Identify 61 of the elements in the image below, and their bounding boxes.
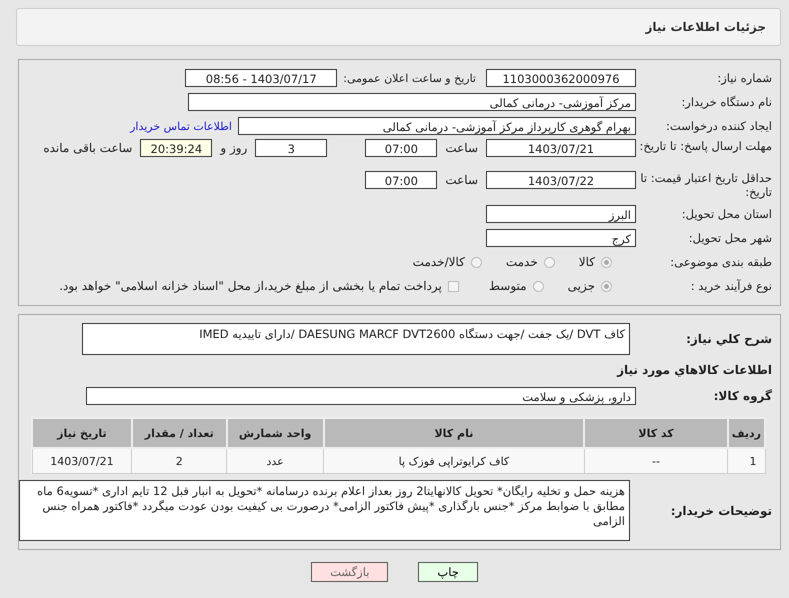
column-header: نام کالا <box>324 418 584 448</box>
field-label: روز و <box>220 140 248 157</box>
field-label: ساعت <box>445 172 478 189</box>
back-button[interactable]: بازگشت <box>311 562 388 582</box>
field-label: طبقه بندی موضوعی: <box>669 255 773 269</box>
field-label: تاریخ و ساعت اعلان عمومی: <box>343 72 476 84</box>
print-button[interactable]: چاپ <box>418 562 478 582</box>
field-label: شهر محل تحویل: <box>688 231 773 245</box>
days-field[interactable]: 3 <box>255 139 328 157</box>
field-label: استان محل تحویل: <box>680 207 773 221</box>
requester-field[interactable]: بهرام گوهری کارپرداز مرکز آموزشی- درمانی کمالی <box>238 117 636 135</box>
notes-textarea[interactable]: هزینه حمل و تخلیه رایگان* تحویل کالانهایتا2 روز بعداز اعلام برنده درسامانه *تحویل به انبار قبل 12 تایم اداری *تسویه6 ماه مطابق با ضوابط مرکز *جنس بارگذاری *پیش فاکتور الزامی* درصورت بی کیفیت بودن عودت میگردد *فاکتور همراه جنس الزامی <box>19 480 630 541</box>
table-cell: 1 <box>728 448 765 474</box>
date-field[interactable]: 1403/07/21 <box>486 139 636 157</box>
column-header: واحد شمارش <box>226 418 324 448</box>
column-header: ردیف <box>728 418 765 448</box>
remaining-time-field[interactable]: 20:39:24 <box>140 139 212 157</box>
contact-link[interactable]: اطلاعات تماس خریدار <box>130 120 232 132</box>
checkbox-label: پرداخت تمام یا بخشی از مبلغ خرید،از محل "اسناد خزانه اسلامی" خواهد بود. <box>59 279 442 293</box>
column-header: تاریخ نیاز <box>32 418 132 448</box>
radio-button[interactable] <box>601 280 612 292</box>
field-label: ایجاد کننده درخواست: <box>665 119 773 133</box>
table-cell: 1403/07/21 <box>32 448 132 474</box>
table-cell: 2 <box>132 448 227 474</box>
time-field[interactable]: 07:00 <box>365 171 438 189</box>
radio-button[interactable] <box>544 256 555 268</box>
announce-date-field[interactable]: 1403/07/17 - 08:56 <box>185 69 338 87</box>
radio-label: جزیی <box>568 279 595 293</box>
radio-label: متوسط <box>488 279 527 293</box>
city-field[interactable]: کرج <box>486 229 636 247</box>
province-field[interactable]: البرز <box>486 205 636 223</box>
radio-label: خدمت <box>506 255 538 269</box>
buyer-org-field[interactable]: مرکز آموزشی- درمانی کمالی <box>188 93 636 111</box>
column-header: تعداد / مقدار <box>132 418 227 448</box>
radio-button[interactable] <box>470 256 482 268</box>
field-label: توضیحات خریدار: <box>670 504 773 518</box>
radio-label: کالا <box>578 255 595 269</box>
radio-label: کالا/خدمت <box>412 255 465 269</box>
page-title: جزئیات اطلاعات نیاز <box>645 20 766 34</box>
date-field[interactable]: 1403/07/22 <box>486 171 636 189</box>
table-cell: -- <box>584 448 728 474</box>
field-label: نوع فرآیند خرید : <box>690 279 773 293</box>
column-header: کد کالا <box>584 418 728 448</box>
field-label: شماره نیاز: <box>716 71 773 85</box>
need-number-field[interactable]: 1103000362000976 <box>486 69 636 87</box>
field-label: مهلت ارسال پاسخ: تا تاریخ: <box>638 139 773 153</box>
table-cell: عدد <box>226 448 324 474</box>
radio-button[interactable] <box>601 256 612 268</box>
field-label: حداقل تاریخ اعتبار قیمت: تا تاریخ: <box>639 171 773 199</box>
radio-button[interactable] <box>532 280 544 292</box>
time-field[interactable]: 07:00 <box>365 139 438 157</box>
field-label: نام دستگاه خریدار: <box>680 95 773 109</box>
section-title: اطلاعات کالاهاي مورد نياز <box>616 362 773 379</box>
goods-group-field[interactable]: دارو، پزشکی و سلامت <box>86 387 636 405</box>
field-label: ساعت <box>445 140 478 157</box>
field-label: ساعت باقی مانده <box>43 140 132 157</box>
checkbox[interactable] <box>448 280 459 292</box>
field-label: گروه کالا: <box>712 389 773 403</box>
field-label: شرح کلي نياز: <box>685 332 773 346</box>
summary-textarea[interactable]: کاف DVT /یک جفت /جهت دستگاه DAESUNG MARCF DVT2600 /دارای تاییدیه IMED <box>82 323 630 355</box>
table-cell: کاف کرایوتراپی فوزک پا <box>324 448 584 474</box>
